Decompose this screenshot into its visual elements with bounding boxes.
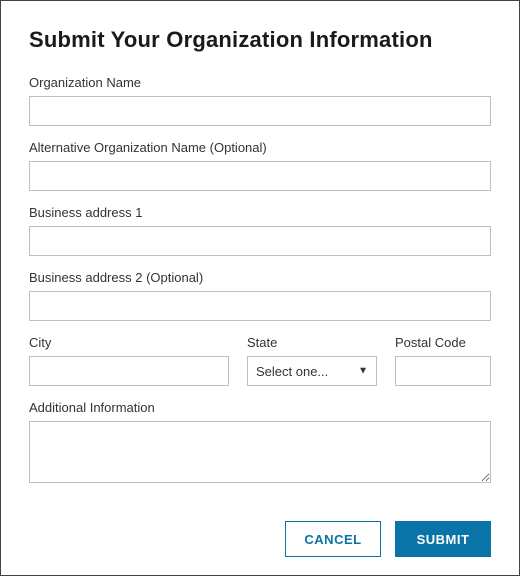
label-postal-code: Postal Code bbox=[395, 335, 491, 350]
form-container: Submit Your Organization Information Org… bbox=[0, 0, 520, 576]
label-business-address-2: Business address 2 (Optional) bbox=[29, 270, 491, 285]
field-organization-name: Organization Name bbox=[29, 75, 491, 126]
button-row: CANCEL SUBMIT bbox=[285, 521, 491, 557]
cancel-button[interactable]: CANCEL bbox=[285, 521, 381, 557]
business-address-2-input[interactable] bbox=[29, 291, 491, 321]
alt-organization-name-input[interactable] bbox=[29, 161, 491, 191]
field-postal-code: Postal Code bbox=[395, 335, 491, 386]
label-city: City bbox=[29, 335, 229, 350]
label-business-address-1: Business address 1 bbox=[29, 205, 491, 220]
field-state: State Select one... ▼ bbox=[247, 335, 377, 386]
field-city: City bbox=[29, 335, 229, 386]
state-select[interactable]: Select one... ▼ bbox=[247, 356, 377, 386]
field-additional-information: Additional Information bbox=[29, 400, 491, 488]
organization-name-input[interactable] bbox=[29, 96, 491, 126]
label-organization-name: Organization Name bbox=[29, 75, 491, 90]
field-alt-organization-name: Alternative Organization Name (Optional) bbox=[29, 140, 491, 191]
field-business-address-1: Business address 1 bbox=[29, 205, 491, 256]
label-state: State bbox=[247, 335, 377, 350]
label-additional-information: Additional Information bbox=[29, 400, 491, 415]
postal-code-input[interactable] bbox=[395, 356, 491, 386]
chevron-down-icon: ▼ bbox=[358, 366, 368, 377]
field-business-address-2: Business address 2 (Optional) bbox=[29, 270, 491, 321]
state-select-value: Select one... bbox=[256, 364, 328, 379]
row-city-state-postal: City State Select one... ▼ Postal Code bbox=[29, 335, 491, 386]
page-title: Submit Your Organization Information bbox=[29, 27, 491, 53]
business-address-1-input[interactable] bbox=[29, 226, 491, 256]
city-input[interactable] bbox=[29, 356, 229, 386]
additional-information-textarea[interactable] bbox=[29, 421, 491, 483]
submit-button[interactable]: SUBMIT bbox=[395, 521, 491, 557]
label-alt-organization-name: Alternative Organization Name (Optional) bbox=[29, 140, 491, 155]
